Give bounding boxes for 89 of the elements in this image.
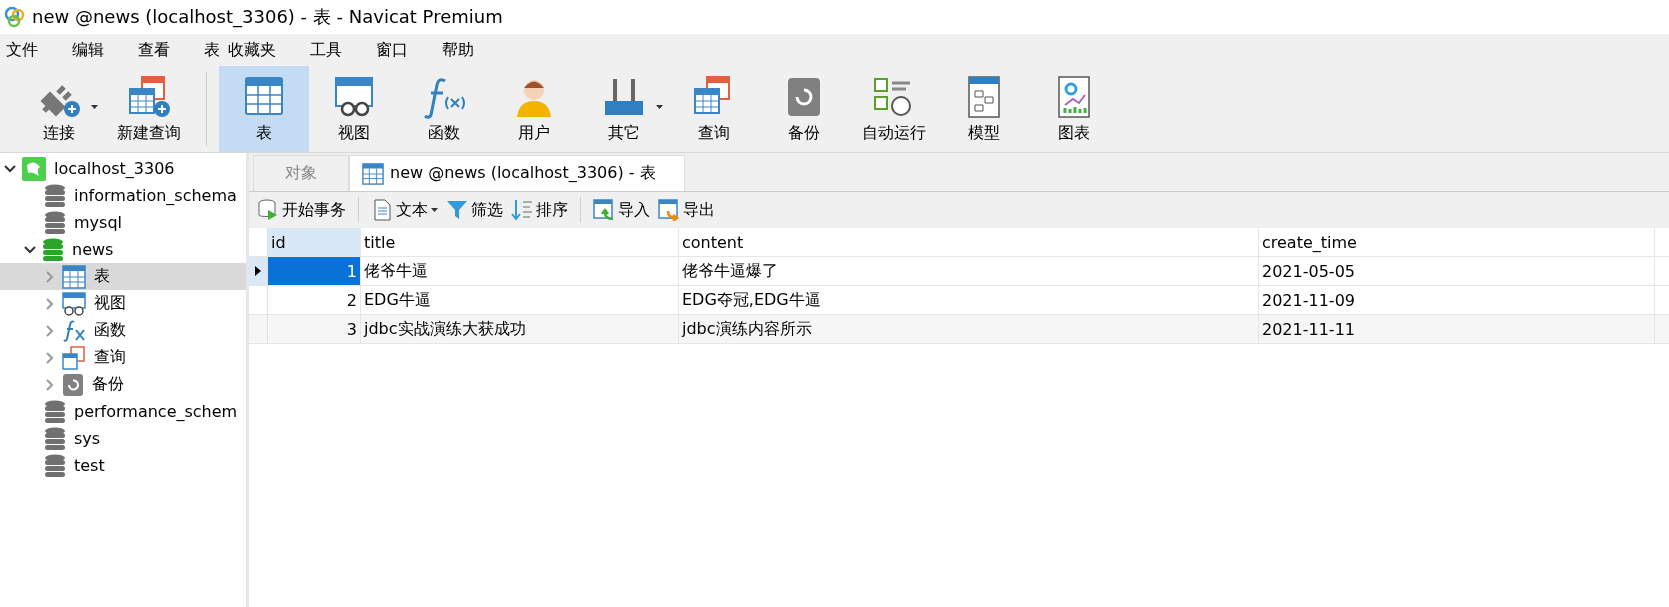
server-icon — [22, 156, 46, 181]
document-icon — [371, 199, 393, 221]
toolbar-button[interactable]: 查询 — [669, 66, 759, 152]
current-row-icon — [255, 266, 261, 276]
table-cell: 2021-05-05 — [1259, 257, 1655, 285]
table-cell: 3 — [268, 315, 361, 343]
toolbar-button[interactable]: 表 — [219, 66, 309, 152]
table-cell: EDG牛逼 — [361, 286, 679, 314]
table-icon — [362, 162, 384, 185]
chevron-down-icon — [24, 243, 36, 256]
column-header[interactable]: create_time — [1259, 228, 1655, 256]
chevron-down-icon — [4, 162, 16, 175]
toolbar-button[interactable]: 用户 — [489, 66, 579, 152]
table-cell: jdbc演练内容所示 — [679, 315, 1259, 343]
toolbar-button[interactable]: 自动运行 — [849, 66, 939, 152]
menu-item[interactable]: 帮助 — [442, 37, 474, 63]
tree-item[interactable]: test — [0, 452, 246, 479]
menu-item[interactable]: 窗口 — [376, 37, 408, 63]
column-header[interactable]: id — [268, 228, 361, 256]
toolbar-button[interactable]: 备份 — [759, 66, 849, 152]
table-icon — [126, 74, 172, 119]
backup-icon — [62, 372, 84, 397]
database-icon — [44, 183, 66, 208]
tree-item[interactable]: sys — [0, 425, 246, 452]
table-cell: 2021-11-11 — [1259, 315, 1655, 343]
export-icon — [658, 199, 680, 221]
table-cell: 2021-11-09 — [1259, 286, 1655, 314]
menu-item[interactable]: 查看 — [138, 37, 170, 63]
toolbar-button[interactable]: 导入 — [591, 197, 652, 223]
tree-item[interactable]: performance_schem — [0, 398, 246, 425]
tree-item[interactable]: 备份 — [0, 371, 246, 398]
tree-item[interactable]: mysql — [0, 209, 246, 236]
table-cell: 佬爷牛逼爆了 — [679, 257, 1259, 285]
menu-item[interactable]: 编辑 — [72, 37, 104, 63]
toolbar-button[interactable]: 排序 — [509, 197, 570, 223]
filter-icon — [446, 199, 468, 221]
tree-item[interactable]: 函数 — [0, 317, 246, 344]
column-header[interactable]: content — [679, 228, 1259, 256]
chevron-right-icon — [44, 297, 56, 310]
import-icon — [593, 199, 615, 221]
tree-item[interactable]: news — [0, 236, 246, 263]
database-icon — [44, 453, 66, 478]
caret-icon — [656, 104, 663, 109]
toolbar-button[interactable]: 图表 — [1029, 66, 1119, 152]
table-cell: 佬爷牛逼 — [361, 257, 679, 285]
menu-item[interactable]: 表 — [204, 37, 220, 63]
chevron-right-icon — [44, 351, 56, 364]
app-logo-icon — [4, 6, 26, 28]
toolbar-button[interactable]: 其它 — [579, 66, 669, 152]
database-icon — [44, 210, 66, 235]
toolbar-button[interactable]: 导出 — [656, 197, 717, 223]
menu-item[interactable]: 收藏夹 — [228, 37, 276, 63]
table-cell: EDG夺冠,EDG牛逼 — [679, 286, 1259, 314]
tree-item[interactable]: information_schema — [0, 182, 246, 209]
caret-icon — [91, 104, 98, 109]
toolbar-button[interactable]: 筛选 — [444, 197, 505, 223]
menu-item[interactable]: 文件 — [6, 37, 38, 63]
menu-item[interactable]: 工具 — [310, 37, 342, 63]
database-icon — [44, 426, 66, 451]
query-icon — [62, 345, 86, 370]
row-indicator[interactable] — [249, 257, 268, 285]
tab[interactable]: new @news (localhost_3306) - 表 — [349, 155, 685, 191]
toolbar-button[interactable]: 连接 — [14, 66, 104, 152]
toolbar-button[interactable]: 函数 — [399, 66, 489, 152]
caret-icon — [431, 208, 438, 212]
chevron-right-icon — [44, 378, 56, 391]
chevron-right-icon — [44, 270, 56, 283]
column-header[interactable]: title — [361, 228, 679, 256]
table-cell: 2 — [268, 286, 361, 314]
function-icon — [62, 318, 86, 343]
table-cell: jdbc实战演练大获成功 — [361, 315, 679, 343]
tree-item[interactable]: 视图 — [0, 290, 246, 317]
tree-item[interactable]: 表 — [0, 263, 246, 290]
toolbar-button[interactable]: 模型 — [939, 66, 1029, 152]
tree-item[interactable]: localhost_3306 — [0, 155, 246, 182]
database-icon — [44, 399, 66, 424]
toolbar-button[interactable]: 新建查询 — [104, 66, 194, 152]
table-icon — [62, 264, 86, 289]
view-icon — [62, 291, 86, 316]
window-title: new @news (localhost_3306) - 表 - Navicat Premium — [32, 5, 503, 29]
toolbar-button[interactable]: 文本 — [369, 197, 440, 223]
database-icon — [257, 199, 279, 221]
database-icon — [42, 237, 64, 262]
tree-item[interactable]: 查询 — [0, 344, 246, 371]
sort-icon — [511, 199, 533, 221]
toolbar-button[interactable]: 视图 — [309, 66, 399, 152]
chevron-right-icon — [44, 324, 56, 337]
toolbar-button[interactable]: 开始事务 — [255, 197, 348, 223]
table-cell: 1 — [268, 257, 361, 285]
